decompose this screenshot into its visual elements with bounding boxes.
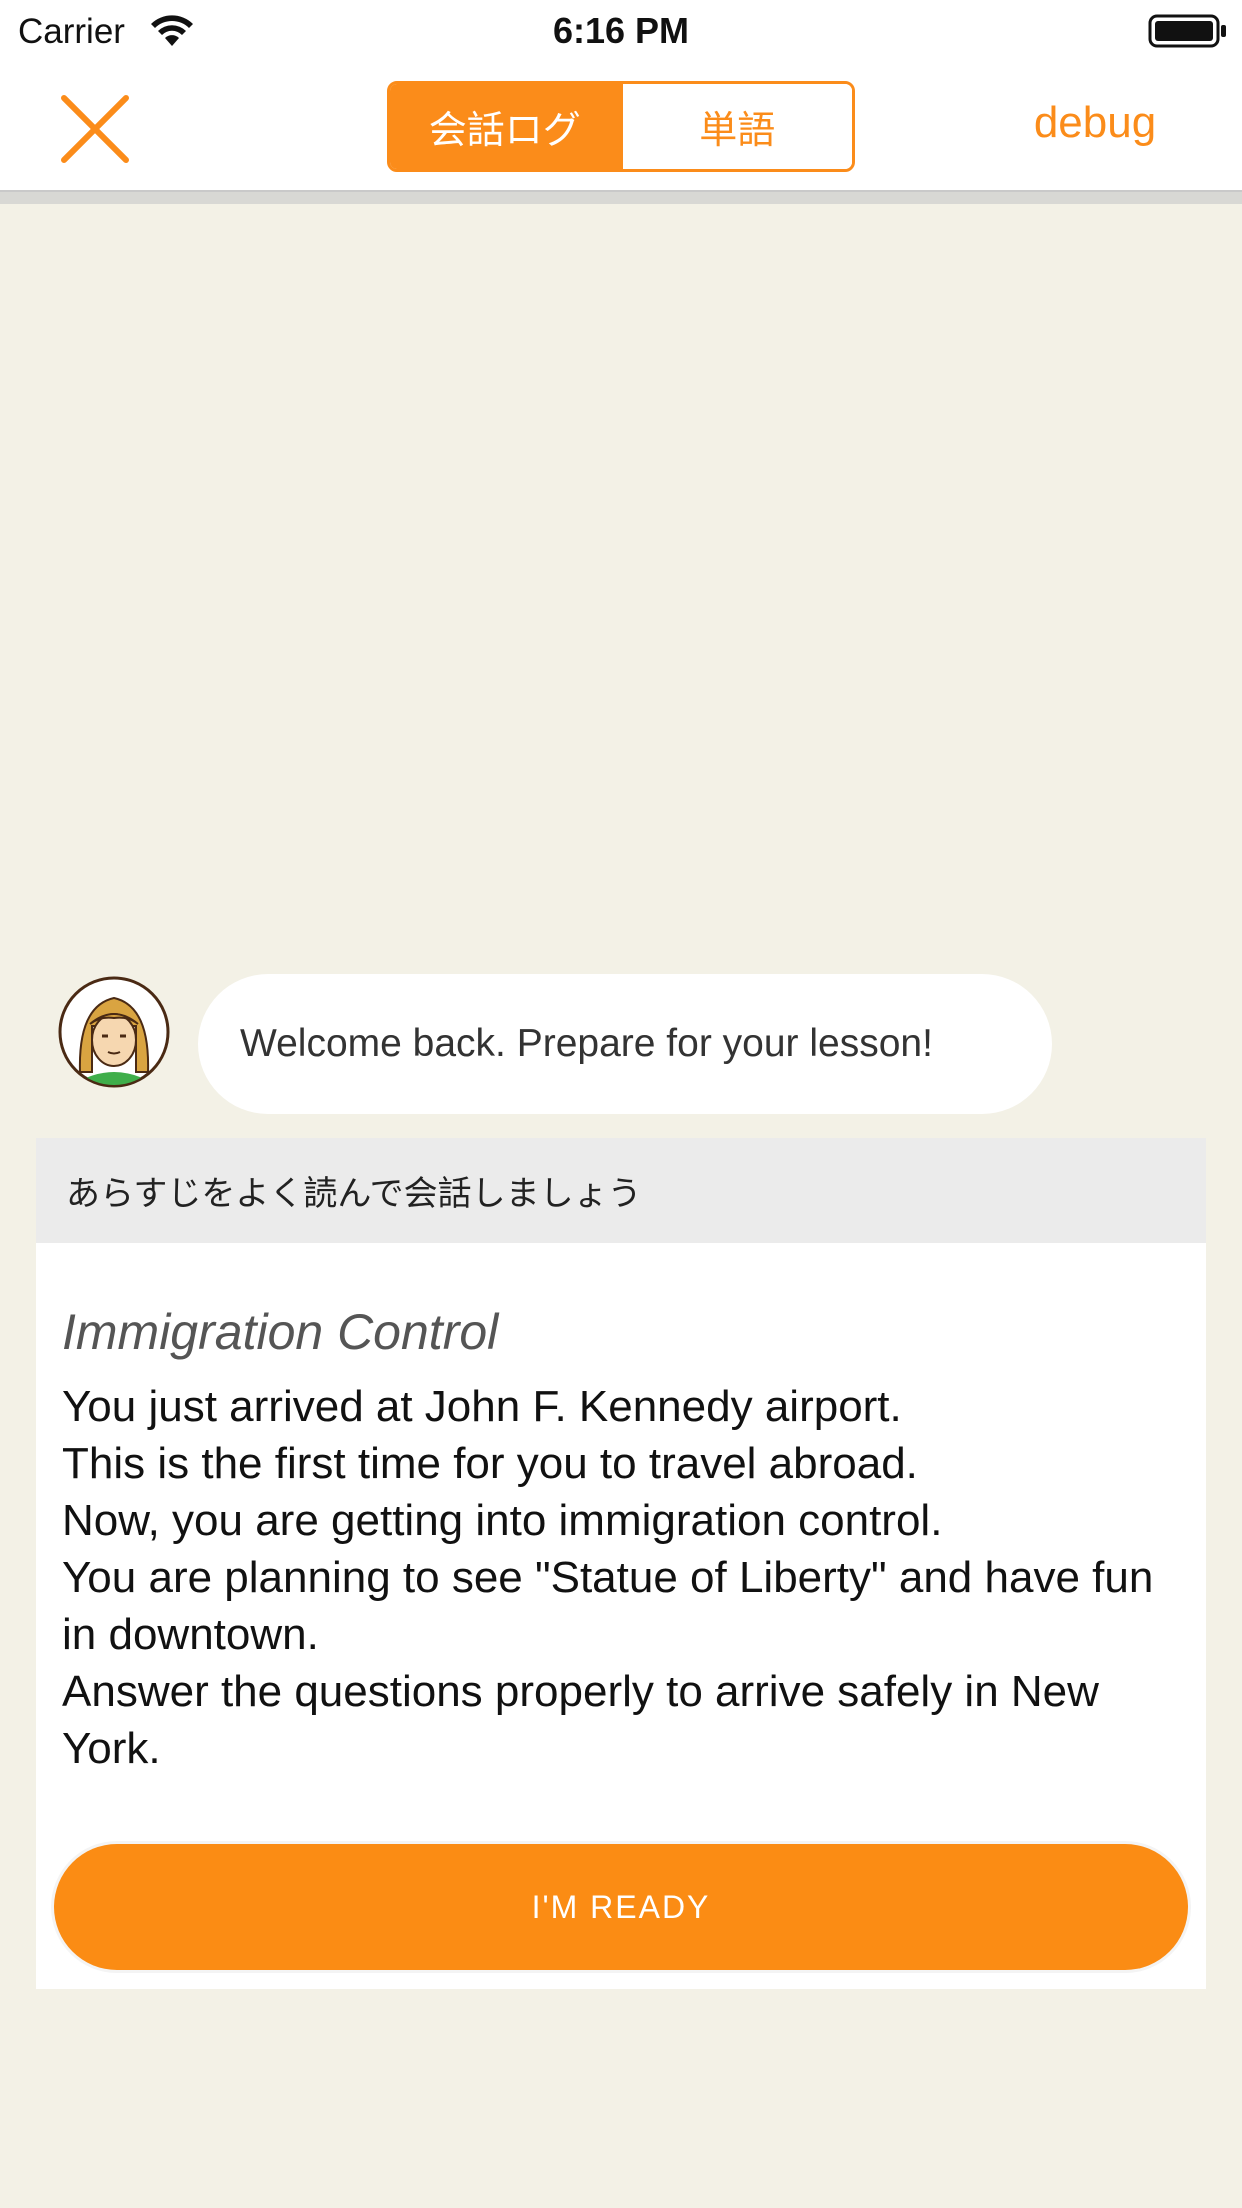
card-header: あらすじをよく読んで会話しましょう — [36, 1138, 1206, 1243]
tab-vocabulary[interactable]: 単語 — [619, 84, 852, 169]
scenario-card: あらすじをよく読んで会話しましょう Immigration Control Yo… — [36, 1138, 1206, 1989]
ready-button[interactable]: I'M READY — [54, 1844, 1188, 1970]
tab-conversation-log[interactable]: 会話ログ — [390, 84, 620, 169]
close-icon[interactable] — [58, 92, 132, 166]
chat-bubble: Welcome back. Prepare for your lesson! — [198, 974, 1052, 1114]
chat-message-row: Welcome back. Prepare for your lesson! — [58, 974, 1058, 1114]
chat-message-text: Welcome back. Prepare for your lesson! — [240, 1022, 933, 1065]
segmented-control: 会話ログ 単語 — [387, 81, 855, 172]
status-time: 6:16 PM — [552, 10, 690, 51]
scenario-title: Immigration Control — [62, 1304, 499, 1360]
battery-full-icon — [1148, 14, 1226, 48]
scenario-description: You just arrived at John F. Kennedy airp… — [62, 1382, 1154, 1773]
debug-button[interactable]: debug — [1010, 98, 1180, 158]
avatar-icon — [58, 976, 170, 1088]
nav-divider — [0, 192, 1242, 204]
nav-bar: 会話ログ 単語 debug — [0, 62, 1242, 192]
ready-button-label: I'M READY — [531, 1888, 711, 1925]
status-bar: Carrier 6:16 PM — [0, 0, 1242, 62]
